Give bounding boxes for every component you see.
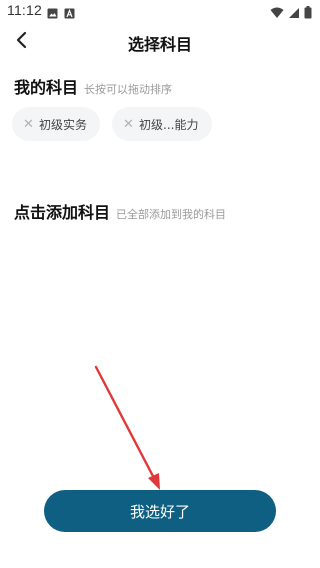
remove-icon[interactable]: ✕ [123, 118, 134, 131]
battery-icon [304, 4, 312, 23]
signal-icon [288, 4, 300, 23]
add-subjects-title: 点击添加科目 [14, 203, 111, 222]
subject-chip-label: 初级实务 [39, 117, 88, 132]
image-icon [47, 4, 58, 23]
page-title: 选择科目 [127, 35, 192, 54]
add-subjects-hint: 已全部添加到我的科目 [116, 208, 227, 221]
my-subjects-list: ✕ 初级实务 ✕ 初级...能力 [12, 107, 213, 141]
status-bar: 11:12 [0, 0, 320, 24]
my-subjects-title: 我的科目 [14, 78, 79, 97]
my-subjects-header: 我的科目 长按可以拖动排序 [14, 74, 172, 98]
status-left-icons [47, 4, 75, 23]
status-time: 11:12 [7, 2, 42, 18]
text-a-icon [64, 4, 75, 23]
my-subjects-hint: 长按可以拖动排序 [84, 83, 173, 96]
remove-icon[interactable]: ✕ [23, 118, 34, 131]
status-right-icons [270, 4, 312, 23]
wifi-icon [270, 4, 284, 23]
add-subjects-header: 点击添加科目 已全部添加到我的科目 [14, 199, 226, 223]
subject-chip[interactable]: ✕ 初级实务 [12, 107, 101, 141]
header: 选择科目 [0, 24, 320, 60]
subject-chip[interactable]: ✕ 初级...能力 [112, 107, 213, 141]
confirm-button[interactable]: 我选好了 [44, 490, 276, 532]
subject-chip-label: 初级...能力 [139, 117, 199, 132]
